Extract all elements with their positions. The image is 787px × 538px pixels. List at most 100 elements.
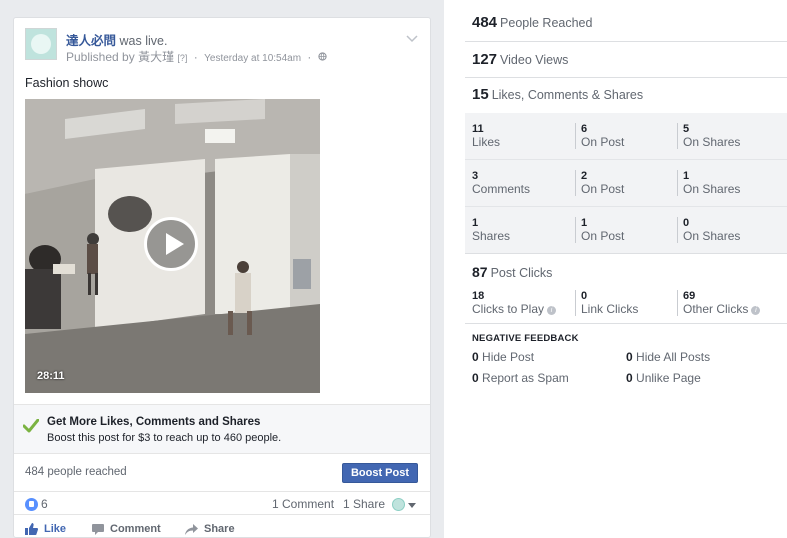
cell-value: 5	[683, 123, 690, 135]
video-views-label: Video Views	[500, 53, 569, 67]
comments-count[interactable]: 1 Comment	[272, 497, 334, 511]
cell-value: 69	[683, 290, 696, 302]
page-avatar[interactable]	[25, 28, 57, 60]
cell-value: 6	[581, 123, 588, 135]
stat-label: Hide Post	[482, 350, 535, 364]
likes-total-cell: 11 Likes	[472, 123, 500, 149]
people-reached-label: People Reached	[500, 16, 593, 30]
caret-down-icon[interactable]	[408, 503, 416, 508]
cell-label: On Post	[581, 135, 625, 149]
play-button[interactable]	[144, 217, 198, 271]
post-meta: Published by 黃大瑾 [?] · Yesterday at 10:5…	[66, 48, 327, 65]
info-icon[interactable]: i	[547, 306, 557, 315]
boost-promo-banner: Get More Likes, Comments and Shares Boos…	[14, 404, 430, 454]
cell-value: 1	[581, 217, 588, 229]
post-clicks-breakdown: 18 Clicks to Play i 0 Link Clicks 69 Other C…	[465, 290, 787, 320]
cell-value: 11	[472, 123, 484, 135]
video-views-value: 127	[472, 51, 498, 68]
cell-label: Comments	[472, 182, 531, 196]
link-clicks-cell: 0 Link Clicks	[575, 290, 638, 316]
post-clicks-title[interactable]: 87 Post Clicks	[472, 264, 552, 282]
stat-label: Report as Spam	[482, 371, 569, 385]
hide-post-stat: 0 Hide Post	[472, 350, 534, 364]
shares-on-post-cell: 1 On Post	[575, 217, 624, 243]
cell-value: 0	[581, 290, 588, 302]
engagement-breakdown: 11 Likes 6 On Post 5 On Shares 3 Comments 2O…	[465, 113, 787, 254]
shares-on-shares-cell: 0 On Shares	[677, 217, 740, 243]
post-timestamp[interactable]: Yesterday at 10:54am	[204, 53, 301, 64]
avatar-logo-icon	[31, 34, 51, 54]
post-clicks-section: 87 Post Clicks 18 Clicks to Play i 0 Link Cl…	[465, 254, 787, 324]
author-name-link[interactable]: 達人必問	[66, 34, 116, 48]
shares-count[interactable]: 1 Share	[343, 497, 385, 511]
cell-label: Shares	[472, 229, 511, 243]
like-count[interactable]: 6	[41, 497, 48, 511]
comments-total-cell: 3 Comments	[472, 170, 530, 196]
shares-breakdown-row: 1 Shares 1 On Post 0 On Shares	[465, 207, 787, 254]
cell-value: 1	[683, 170, 690, 182]
like-reaction-icon[interactable]	[25, 498, 38, 511]
thumbs-up-icon	[25, 523, 38, 535]
share-button[interactable]: Share	[185, 523, 235, 535]
cell-label: On Shares	[683, 229, 741, 243]
cell-value: 1	[472, 217, 479, 229]
video-views-row[interactable]: 127 Video Views	[465, 42, 787, 78]
like-label: Like	[44, 523, 67, 535]
report-spam-stat: 0 Report as Spam	[472, 371, 569, 385]
post-clicks-label: Post Clicks	[490, 266, 553, 280]
stat-value: 0	[472, 371, 479, 385]
cell-label: Link Clicks	[581, 302, 639, 316]
unlike-page-stat: 0 Unlike Page	[626, 371, 701, 385]
stat-label: Unlike Page	[636, 371, 701, 385]
promo-subtitle: Boost this post for $3 to reach up to 46…	[47, 432, 282, 444]
cell-value: 0	[683, 217, 690, 229]
negative-feedback-title: NEGATIVE FEEDBACK	[472, 333, 579, 344]
like-button[interactable]: Like	[25, 523, 66, 535]
cell-label: Other Clicks	[683, 302, 749, 316]
engagement-label: Likes, Comments & Shares	[491, 88, 644, 102]
stat-value: 0	[626, 371, 633, 385]
audience-globe-icon[interactable]	[318, 50, 327, 64]
share-label: Share	[204, 523, 235, 535]
clicks-to-play-cell: 18 Clicks to Play i	[472, 290, 557, 316]
stat-value: 0	[472, 350, 479, 364]
comments-breakdown-row: 3 Comments 2 On Post 1 On Shares	[465, 160, 787, 207]
published-by-label: Published by	[66, 50, 135, 64]
meta-separator: ·	[193, 50, 198, 64]
comment-icon	[92, 523, 104, 535]
people-reached-text[interactable]: 484 people reached	[25, 466, 127, 478]
comment-button[interactable]: Comment	[92, 523, 161, 535]
boost-post-button[interactable]: Boost Post	[341, 463, 418, 483]
post-actions: Like Comment Share	[14, 518, 430, 537]
publisher-name[interactable]: 黃大瑾	[138, 50, 174, 64]
hide-all-posts-stat: 0 Hide All Posts	[626, 350, 710, 364]
author-line: 達人必問 was live.	[66, 30, 167, 49]
stat-value: 0	[626, 350, 633, 364]
people-reached-row[interactable]: 484 People Reached	[465, 0, 787, 42]
likes-on-shares-cell: 5 On Shares	[677, 123, 740, 149]
promo-title: Get More Likes, Comments and Shares	[47, 416, 261, 428]
likes-on-post-cell: 6 On Post	[575, 123, 624, 149]
publisher-tag[interactable]: [?]	[177, 53, 187, 63]
video-player[interactable]: 28:11	[25, 99, 320, 393]
post-card: 達人必問 was live. Published by 黃大瑾 [?] · Ye…	[13, 17, 431, 538]
comments-on-shares-cell: 1 On Shares	[677, 170, 740, 196]
chevron-down-icon[interactable]	[406, 30, 418, 43]
reach-row: 484 people reached Boost Post	[14, 454, 430, 492]
info-icon[interactable]: i	[751, 306, 761, 315]
cell-label: Clicks to Play	[472, 302, 545, 316]
post-clicks-value: 87	[472, 264, 488, 280]
reaction-counts-row: 6 1 Comment 1 Share	[14, 493, 430, 515]
engagement-row[interactable]: 15 Likes, Comments & Shares	[465, 78, 787, 113]
meta-separator-2: ·	[307, 50, 312, 64]
cell-label: On Post	[581, 182, 625, 196]
author-action: was live.	[119, 34, 168, 48]
comments-on-post-cell: 2 On Post	[575, 170, 624, 196]
comment-label: Comment	[110, 523, 161, 535]
engagement-value: 15	[472, 86, 489, 103]
page-avatar-mini-icon[interactable]	[392, 498, 405, 511]
cell-value: 3	[472, 170, 479, 182]
post-message: Fashion showc	[25, 76, 109, 90]
cell-value: 18	[472, 290, 485, 302]
checkmark-icon	[22, 418, 40, 433]
